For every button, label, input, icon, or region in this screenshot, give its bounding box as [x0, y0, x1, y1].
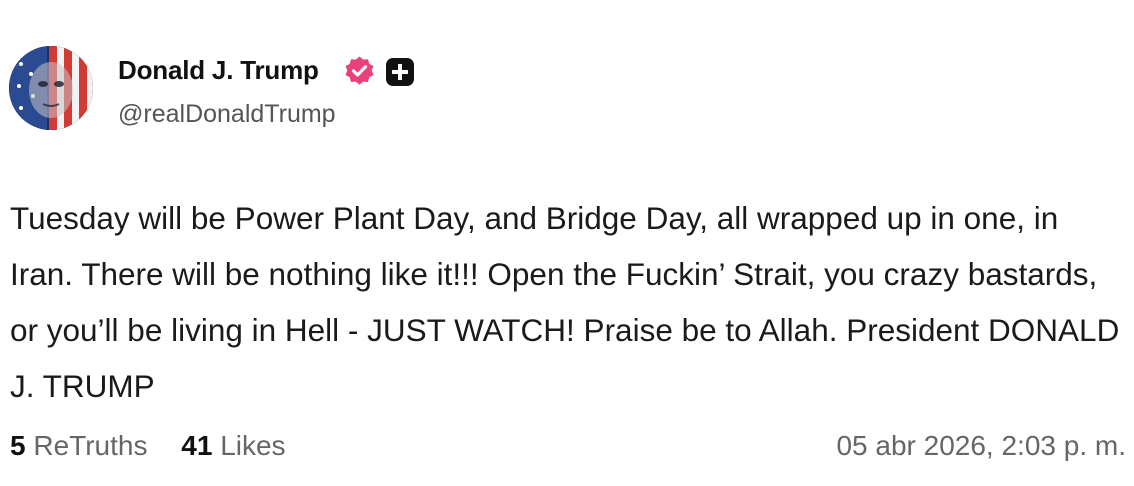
- post-card: Donald J. Trump @realDonaldTrump Tuesday…: [0, 0, 1134, 486]
- retruths-label: ReTruths: [33, 430, 148, 461]
- post-timestamp[interactable]: 05 abr 2026, 2:03 p. m.: [836, 430, 1126, 462]
- post-text: Tuesday will be Power Plant Day, and Bri…: [10, 200, 1120, 404]
- likes-count: 41: [181, 430, 213, 461]
- flag-portrait-icon: [9, 46, 93, 130]
- post-stats: 5 ReTruths 41 Likes: [10, 430, 286, 462]
- likes-label: Likes: [220, 430, 286, 461]
- likes-link[interactable]: 41 Likes: [181, 430, 285, 461]
- retruths-link[interactable]: 5 ReTruths: [10, 430, 147, 461]
- display-name[interactable]: Donald J. Trump: [118, 55, 319, 86]
- retruths-count: 5: [10, 430, 26, 461]
- avatar[interactable]: [9, 46, 93, 130]
- plus-badge-icon: [386, 58, 414, 86]
- verified-badge-icon: [345, 56, 374, 85]
- user-handle[interactable]: @realDonaldTrump: [118, 100, 336, 129]
